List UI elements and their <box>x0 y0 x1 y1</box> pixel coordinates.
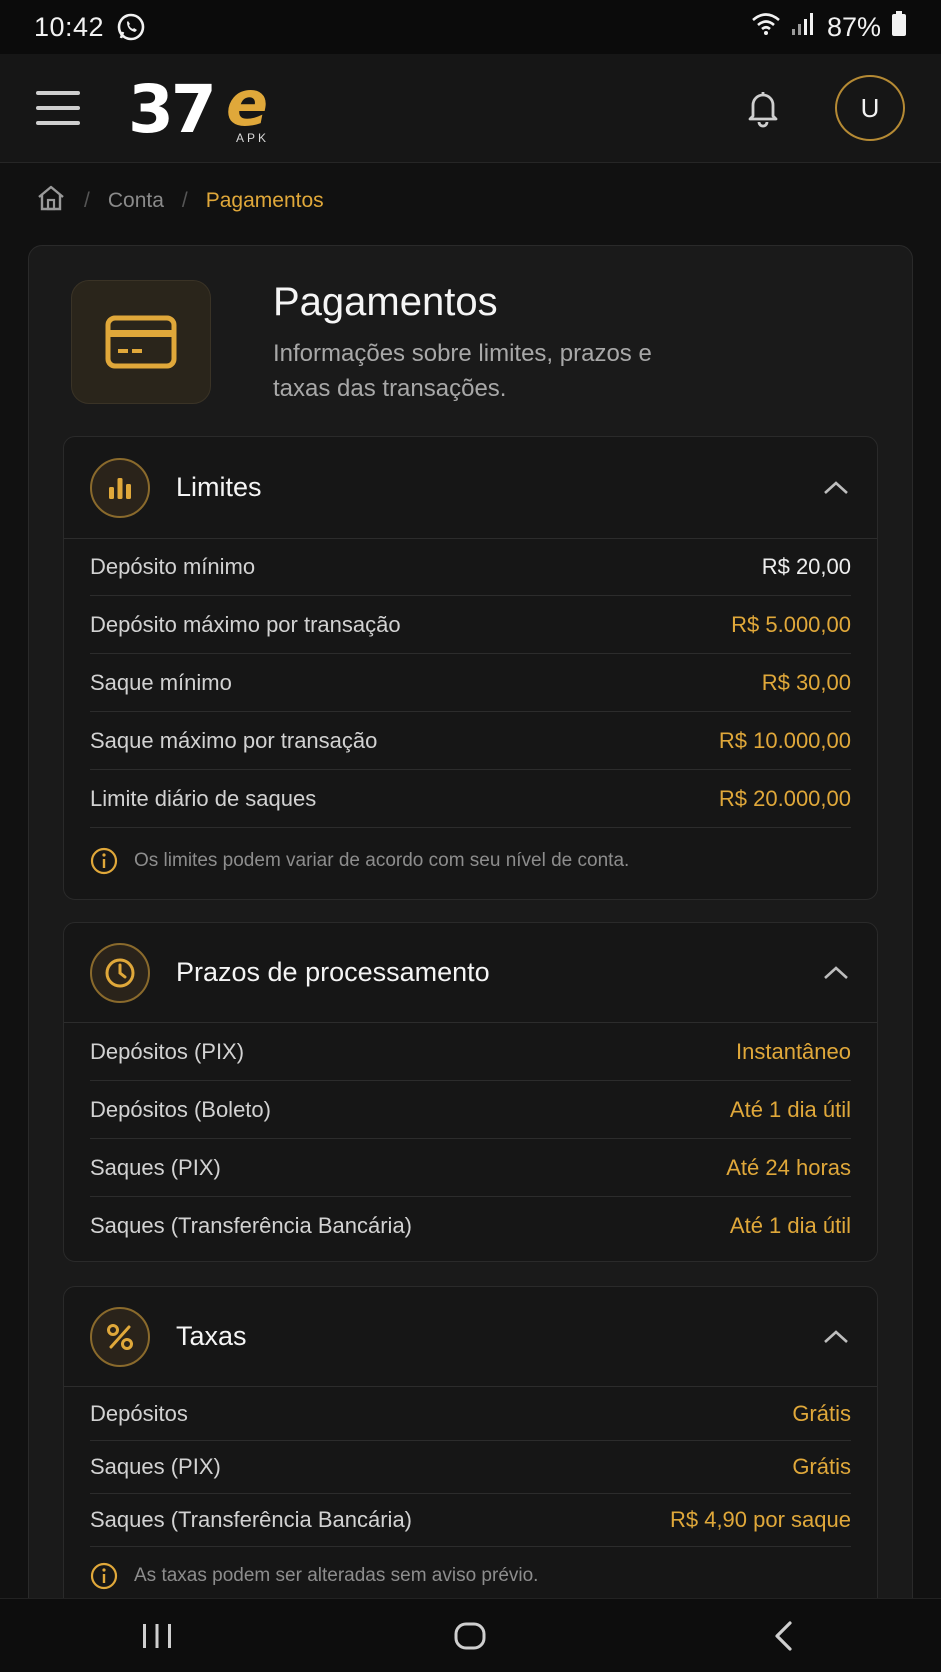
list-item: Saque mínimo R$ 30,00 <box>90 654 851 712</box>
fees-note: As taxas podem ser alteradas sem aviso p… <box>64 1547 877 1605</box>
bar-chart-icon <box>90 457 150 518</box>
hamburger-menu-icon[interactable] <box>36 91 80 125</box>
row-value: Grátis <box>792 1400 851 1426</box>
limits-list: Depósito mínimo R$ 20,00 Depósito máximo… <box>64 539 877 828</box>
row-label: Depósitos (Boleto) <box>90 1096 271 1122</box>
credit-card-icon <box>71 280 211 404</box>
list-item: Depósito mínimo R$ 20,00 <box>90 539 851 596</box>
row-label: Depósito máximo por transação <box>90 611 401 637</box>
row-label: Saque mínimo <box>90 669 232 695</box>
row-label: Saques (Transferência Bancária) <box>90 1213 413 1238</box>
row-label: Saques (Transferência Bancária) <box>90 1507 413 1532</box>
clock-icon <box>90 942 150 1003</box>
status-bar: 10:42 87% <box>0 0 941 54</box>
list-item: Saques (PIX) Até 24 horas <box>90 1139 851 1197</box>
breadcrumb-separator: / <box>84 189 90 212</box>
fees-list: Depósitos Grátis Saques (PIX) Grátis Saq… <box>64 1387 877 1547</box>
logo-number: 37 <box>128 71 217 148</box>
row-value: R$ 20.000,00 <box>718 785 851 811</box>
row-value: Até 24 horas <box>726 1154 851 1180</box>
signal-icon <box>791 12 817 43</box>
row-value: Instantâneo <box>736 1038 851 1064</box>
list-item: Depósitos (Boleto) Até 1 dia útil <box>90 1081 851 1139</box>
home-button-icon[interactable] <box>430 1611 510 1661</box>
list-item: Limite diário de saques R$ 20.000,00 <box>90 770 851 828</box>
system-navigation-bar <box>0 1598 941 1672</box>
list-item: Saques (Transferência Bancária) Até 1 di… <box>90 1197 851 1255</box>
row-label: Depósitos <box>90 1400 188 1426</box>
logo-sub: APK <box>236 131 270 145</box>
limits-section-header[interactable]: Limites <box>64 437 877 539</box>
row-value: Até 1 dia útil <box>729 1213 851 1238</box>
fees-section-header[interactable]: Taxas <box>64 1287 877 1387</box>
breadcrumb: / Conta / Pagamentos <box>36 184 324 218</box>
row-value: R$ 30,00 <box>761 669 851 695</box>
breadcrumb-conta[interactable]: Conta <box>108 189 164 213</box>
row-value: R$ 10.000,00 <box>718 727 851 753</box>
page-subtitle: Informações sobre limites, prazos e taxa… <box>273 340 652 402</box>
row-value: Grátis <box>792 1454 851 1479</box>
payments-card: Pagamentos Informações sobre limites, pr… <box>28 245 913 1665</box>
battery-icon <box>891 10 907 44</box>
list-item: Depósito máximo por transação R$ 5.000,0… <box>90 596 851 654</box>
app-logo[interactable]: 37 e APK <box>128 67 288 148</box>
row-label: Depósitos (PIX) <box>90 1038 245 1064</box>
fees-section-title: Taxas <box>176 1321 247 1351</box>
breadcrumb-separator: / <box>181 189 188 212</box>
chevron-up-icon[interactable] <box>821 1327 851 1347</box>
notification-bell-icon[interactable] <box>741 86 785 130</box>
row-value: R$ 5.000,00 <box>731 611 851 637</box>
note-text: As taxas podem ser alteradas sem aviso p… <box>134 1565 539 1586</box>
home-icon[interactable] <box>36 184 66 218</box>
back-icon[interactable] <box>744 1611 824 1661</box>
status-time: 10:42 <box>34 11 105 42</box>
note-text: Os limites podem variar de acordo com se… <box>134 850 630 871</box>
processing-section-header[interactable]: Prazos de processamento <box>64 923 877 1023</box>
whatsapp-icon <box>116 12 146 42</box>
processing-times-section: Prazos de processamento Depósitos (PIX) … <box>63 922 878 1262</box>
list-item: Depósitos Grátis <box>90 1387 851 1441</box>
breadcrumb-current: Pagamentos <box>205 189 324 212</box>
row-value: Até 1 dia útil <box>729 1096 851 1122</box>
info-icon <box>90 847 118 875</box>
recent-apps-icon[interactable] <box>117 1611 197 1661</box>
row-value: R$ 4,90 por saque <box>669 1507 851 1532</box>
list-item: Saque máximo por transação R$ 10.000,00 <box>90 712 851 770</box>
info-icon <box>90 1562 118 1590</box>
wifi-icon <box>751 12 781 43</box>
list-item: Depósitos (PIX) Instantâneo <box>90 1023 851 1081</box>
row-label: Saques (PIX) <box>90 1154 221 1180</box>
row-label: Limite diário de saques <box>90 785 317 811</box>
list-item: Saques (Transferência Bancária) R$ 4,90 … <box>90 1494 851 1547</box>
page-header: Pagamentos Informações sobre limites, pr… <box>71 280 871 410</box>
chevron-up-icon[interactable] <box>821 478 851 498</box>
row-label: Saques (PIX) <box>90 1454 221 1479</box>
limits-section: Limites Depósito mínimo R$ 20,00 Depósit… <box>63 436 878 900</box>
user-avatar[interactable]: U <box>835 75 905 141</box>
battery-percent: 87% <box>826 11 881 42</box>
limits-section-title: Limites <box>176 472 262 502</box>
app-bar: 37 e APK U <box>0 54 941 163</box>
row-label: Saque máximo por transação <box>90 727 378 753</box>
row-value: R$ 20,00 <box>761 554 851 579</box>
list-item: Saques (PIX) Grátis <box>90 1441 851 1494</box>
row-label: Depósito mínimo <box>90 554 256 579</box>
logo-letter: e <box>226 67 269 140</box>
page-title: Pagamentos <box>273 280 498 324</box>
percent-icon <box>90 1306 150 1367</box>
limits-note: Os limites podem variar de acordo com se… <box>64 828 877 894</box>
processing-list: Depósitos (PIX) Instantâneo Depósitos (B… <box>64 1023 877 1255</box>
chevron-up-icon[interactable] <box>821 963 851 983</box>
processing-section-title: Prazos de processamento <box>176 957 490 987</box>
